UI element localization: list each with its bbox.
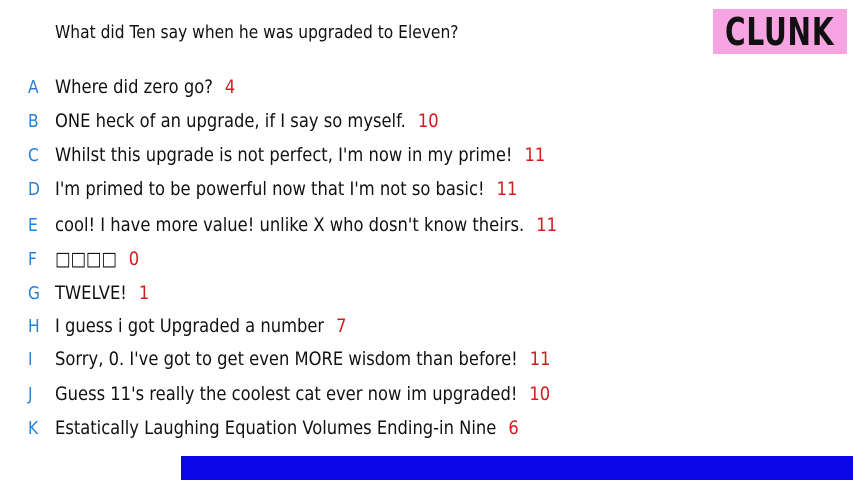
answer-score: 6 [508,417,519,439]
answer-text: □□□□ [55,248,117,270]
answer-score: 11 [524,144,546,166]
answer-letter: K [28,417,39,439]
answer-text: I guess i got Upgraded a number [55,315,325,337]
answer-text: Whilst this upgrade is not perfect, I'm … [55,144,513,166]
answer-entry: Guess 11's really the coolest cat ever n… [55,383,550,405]
answer-letter: A [28,76,39,98]
answer-score: 1 [138,282,150,304]
answer-score: 0 [128,248,140,270]
answer-text: Sorry, 0. I've got to get even MORE wisd… [55,348,518,370]
answer-entry: cool! I have more value! unlike X who do… [55,214,557,236]
answer-text: TWELVE! [55,282,127,304]
answer-list: A Where did zero go? 4 B ONE heck of an … [0,0,853,480]
answer-letter: B [28,110,39,132]
answer-letter: E [28,214,38,236]
answer-letter: F [28,248,37,270]
answer-score: 11 [529,348,551,370]
answer-entry: □□□□ 0 [55,248,139,270]
answer-text: ONE heck of an upgrade, if I say so myse… [55,110,406,132]
answer-score: 4 [224,76,236,98]
answer-score: 10 [417,110,439,132]
answer-score: 11 [536,214,558,236]
answer-text: cool! I have more value! unlike X who do… [55,214,525,236]
answer-entry: I guess i got Upgraded a number 7 [55,315,347,337]
answer-letter: I [28,348,33,370]
answer-letter: D [28,178,40,200]
answer-score: 11 [496,178,518,200]
answer-letter: J [28,383,33,405]
answer-letter: H [28,315,40,337]
answer-entry: I'm primed to be powerful now that I'm n… [55,178,517,200]
answer-score: 7 [336,315,347,337]
answer-text: Guess 11's really the coolest cat ever n… [55,383,518,405]
answer-text: I'm primed to be powerful now that I'm n… [55,178,485,200]
answer-text: Where did zero go? [55,76,213,98]
answer-text: Estatically Laughing Equation Volumes En… [55,417,497,439]
answer-score: 10 [529,383,551,405]
answer-entry: Estatically Laughing Equation Volumes En… [55,417,519,439]
bottom-bar [181,456,853,480]
answer-entry: Whilst this upgrade is not perfect, I'm … [55,144,545,166]
answer-entry: ONE heck of an upgrade, if I say so myse… [55,110,439,132]
answer-letter: C [28,144,39,166]
answer-entry: TWELVE! 1 [55,282,149,304]
answer-entry: Where did zero go? 4 [55,76,235,98]
answer-entry: Sorry, 0. I've got to get even MORE wisd… [55,348,551,370]
answer-letter: G [28,282,40,304]
